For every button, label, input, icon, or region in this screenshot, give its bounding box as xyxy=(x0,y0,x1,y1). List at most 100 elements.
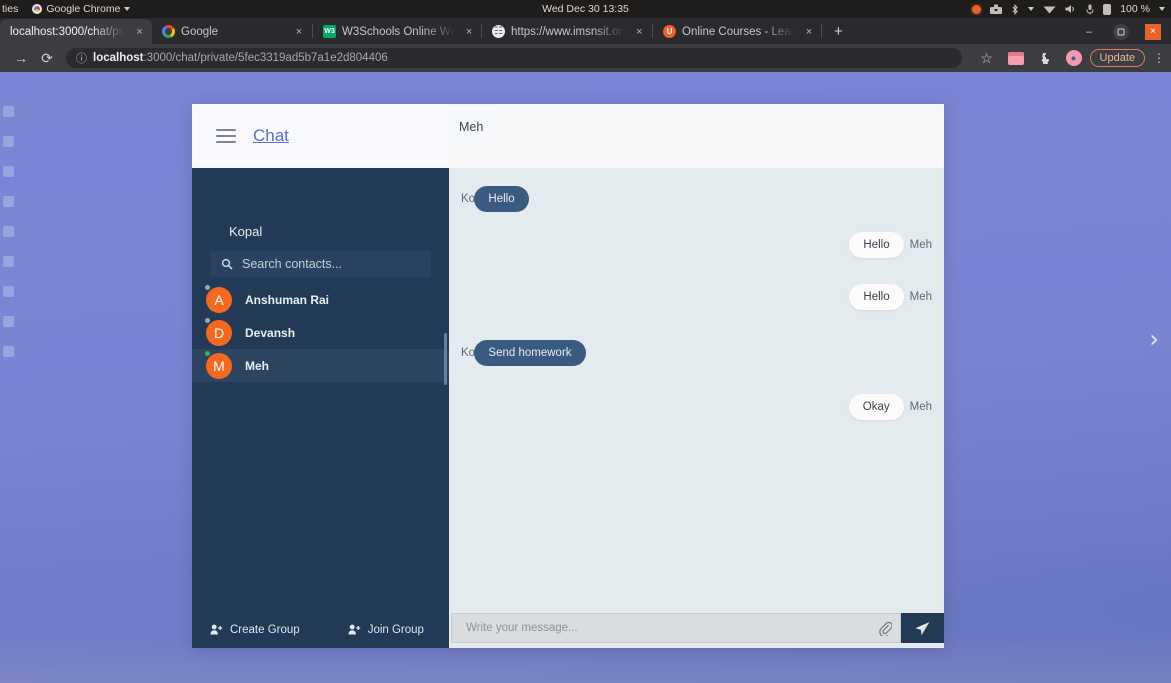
globe-favicon-icon: ☷ xyxy=(492,25,505,38)
tab-google[interactable]: Google × xyxy=(152,19,312,44)
reload-icon[interactable]: ⟳ xyxy=(34,45,60,71)
recording-indicator-icon xyxy=(972,4,982,14)
message-author: Meh xyxy=(909,239,932,251)
wifi-icon[interactable] xyxy=(1043,4,1056,14)
current-user-profile[interactable]: Kopal xyxy=(192,168,449,251)
message-composer xyxy=(449,612,944,648)
chat-panel: Kopal Hello Hello Meh Hello Meh Kopal Se… xyxy=(449,168,944,648)
chrome-window: localhost:3000/chat/priva × Google × W3 … xyxy=(0,18,1171,72)
tab-title: Online Courses - Learn An xyxy=(682,25,795,38)
system-top-bar: ties Google Chrome Wed Dec 30 13:35 100 … xyxy=(0,0,1171,18)
microphone-icon[interactable] xyxy=(1086,4,1094,15)
sidebar-scrollbar[interactable] xyxy=(444,333,447,385)
activities-label[interactable]: ties xyxy=(2,3,18,15)
dock-icon[interactable] xyxy=(2,256,14,267)
workspace-next-chevron-icon[interactable]: › xyxy=(1149,325,1159,353)
contact-item-meh[interactable]: M Meh xyxy=(192,349,449,382)
minimize-button[interactable]: – xyxy=(1081,24,1097,40)
message-row: Okay Meh xyxy=(461,394,932,420)
avatar-initial: A xyxy=(214,291,224,308)
tab-close-icon[interactable]: × xyxy=(634,26,645,38)
paperclip-icon[interactable] xyxy=(870,621,900,636)
message-row: Hello Meh xyxy=(461,232,932,258)
message-row: Kopal Hello xyxy=(461,186,932,212)
contact-name: Meh xyxy=(245,358,269,373)
close-window-button[interactable]: × xyxy=(1145,23,1161,40)
create-group-button[interactable]: Create Group xyxy=(210,624,300,637)
app-top-bars: Chat Meh xyxy=(192,104,944,168)
status-dot-offline-icon xyxy=(205,284,210,290)
browser-toolbar: → ⟳ ⓘ localhost:3000/chat/private/5fec33… xyxy=(0,44,1171,72)
message-row: Hello Meh xyxy=(461,284,932,310)
tab-localhost-chat[interactable]: localhost:3000/chat/priva × xyxy=(0,19,152,44)
message-list: Kopal Hello Hello Meh Hello Meh Kopal Se… xyxy=(449,168,944,612)
person-plus-icon xyxy=(210,624,223,637)
bookmark-star-icon[interactable]: ☆ xyxy=(974,45,1000,71)
send-button[interactable] xyxy=(901,613,944,643)
window-controls: – × xyxy=(1081,19,1171,44)
new-tab-button[interactable]: + xyxy=(822,19,855,44)
tab-w3schools[interactable]: W3 W3Schools Online Web Tu × xyxy=(313,19,481,44)
message-input[interactable] xyxy=(452,622,870,634)
dock-icon[interactable] xyxy=(2,106,14,117)
avatar: A xyxy=(205,284,232,313)
app-brand-link[interactable]: Chat xyxy=(253,126,289,146)
address-bar[interactable]: ⓘ localhost:3000/chat/private/5fec3319ad… xyxy=(66,48,962,68)
maximize-button[interactable] xyxy=(1113,23,1129,40)
forward-arrow-icon[interactable]: → xyxy=(8,45,34,71)
tab-close-icon[interactable]: × xyxy=(804,26,814,38)
dock-icon[interactable] xyxy=(2,316,14,327)
ubuntu-dock[interactable] xyxy=(0,72,16,683)
search-input[interactable] xyxy=(242,257,431,271)
contact-name: Anshuman Rai xyxy=(245,292,330,307)
tab-close-icon[interactable]: × xyxy=(134,26,145,38)
message-row: Kopal Send homework xyxy=(461,340,932,366)
sidebar: Kopal A Anshuman Rai xyxy=(192,168,449,648)
composer-input-wrap[interactable] xyxy=(451,613,901,643)
volume-icon[interactable] xyxy=(1065,4,1077,14)
tab-imsnsit[interactable]: ☷ https://www.imsnsit.org/ × xyxy=(482,19,652,44)
dock-icon[interactable] xyxy=(2,166,14,177)
chrome-menu-kebab-icon[interactable]: ⋮ xyxy=(1153,51,1165,65)
dock-icon[interactable] xyxy=(2,286,14,297)
message-bubble: Hello xyxy=(849,232,904,258)
dock-icon[interactable] xyxy=(2,196,14,207)
contact-item-devansh[interactable]: D Devansh xyxy=(192,316,449,349)
tab-title: Google xyxy=(181,25,219,38)
chevron-down-icon[interactable] xyxy=(1028,7,1035,11)
tab-close-icon[interactable]: × xyxy=(293,26,305,38)
avatar: D xyxy=(205,317,232,346)
chat-application: Chat Meh Kopal A xyxy=(192,104,944,648)
message-author: Meh xyxy=(909,291,932,303)
dock-icon[interactable] xyxy=(2,346,14,357)
udemy-favicon-icon: U xyxy=(663,25,676,38)
avatar: M xyxy=(205,350,232,379)
omnibox-path: :3000/chat/private/5fec3319ad5b7a1e2d804… xyxy=(143,52,388,64)
send-paper-plane-icon xyxy=(915,621,930,635)
extension-icon[interactable] xyxy=(1007,51,1024,65)
bluetooth-icon[interactable] xyxy=(1011,3,1019,15)
dock-icon[interactable] xyxy=(2,136,14,147)
conversation-title: Meh xyxy=(459,120,484,134)
join-group-button[interactable]: Join Group xyxy=(348,624,424,637)
tab-online-courses[interactable]: U Online Courses - Learn An × xyxy=(653,19,821,44)
tab-title: localhost:3000/chat/priva xyxy=(10,25,126,38)
chevron-down-icon[interactable] xyxy=(1159,7,1165,11)
chevron-down-icon xyxy=(124,7,131,11)
dock-icon[interactable] xyxy=(2,226,14,237)
extensions-puzzle-icon[interactable] xyxy=(1032,45,1058,71)
info-circle-icon[interactable]: ⓘ xyxy=(76,50,87,66)
search-contacts-field[interactable] xyxy=(210,251,431,277)
tab-close-icon[interactable]: × xyxy=(464,26,474,38)
hamburger-menu-icon[interactable] xyxy=(216,129,236,143)
message-author: Meh xyxy=(909,401,932,413)
battery-icon[interactable] xyxy=(1103,3,1112,15)
update-button[interactable]: Update xyxy=(1089,49,1145,67)
omnibox-host: localhost xyxy=(93,52,144,64)
profile-avatar[interactable]: ● xyxy=(1065,50,1082,66)
app-menu-button[interactable]: Google Chrome xyxy=(32,3,131,15)
contact-item-anshuman-rai[interactable]: A Anshuman Rai xyxy=(192,283,449,316)
message-bubble: Hello xyxy=(474,186,529,212)
app-body: Kopal A Anshuman Rai xyxy=(192,168,944,648)
toolbox-icon[interactable] xyxy=(990,4,1003,14)
